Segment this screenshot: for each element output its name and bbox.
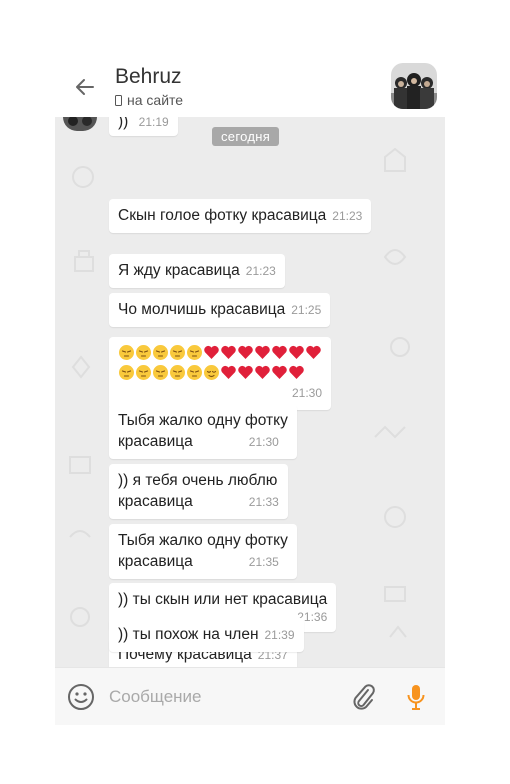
message-time: 21:23 bbox=[245, 264, 276, 278]
message-time: 21:30 bbox=[248, 435, 279, 449]
pensive-emoji-icon bbox=[119, 365, 134, 380]
message-bubble[interactable]: Тыбя жалко одну фотку красавица 21:35 bbox=[109, 524, 297, 579]
message-text: красавица bbox=[118, 433, 193, 450]
message-text: Скын голое фотку красавица bbox=[118, 207, 327, 224]
message-time: 21:39 bbox=[264, 628, 295, 642]
message-text: красавица bbox=[118, 553, 193, 570]
heart-emoji-icon bbox=[306, 345, 321, 359]
pensive-emoji-icon bbox=[136, 365, 151, 380]
heart-emoji-icon bbox=[272, 345, 287, 359]
message-time: 21:23 bbox=[332, 209, 363, 223]
contact-info[interactable]: Behruz на сайте bbox=[115, 65, 183, 108]
message-bubble[interactable]: )) ты похож на член 21:39 bbox=[109, 618, 304, 652]
mobile-phone-icon bbox=[115, 94, 122, 106]
message-time: 21:35 bbox=[248, 555, 279, 569]
smiley-icon[interactable] bbox=[67, 683, 95, 711]
chat-screen: Behruz на сайте)) 21:19 сегодня Скын го… bbox=[55, 55, 445, 725]
message-time: 21:33 bbox=[248, 495, 279, 509]
message-bubble[interactable]: Тыбя жалко одну фотку красавица 21:30 bbox=[109, 404, 297, 459]
date-divider: сегодня bbox=[212, 127, 280, 146]
pensive-emoji-icon bbox=[153, 365, 168, 380]
heart-emoji-icon bbox=[204, 345, 219, 359]
heart-emoji-icon bbox=[238, 365, 253, 379]
heart-emoji-icon bbox=[221, 365, 236, 379]
emoji-row bbox=[118, 344, 322, 361]
relieved-emoji-icon bbox=[204, 365, 219, 380]
message-bubble[interactable]: 21:30 bbox=[109, 337, 331, 410]
message-bubble[interactable]: Чо молчишь красавица 21:25 bbox=[109, 293, 331, 327]
message-composer bbox=[55, 667, 445, 725]
sender-avatar[interactable] bbox=[63, 117, 97, 131]
status-text: на сайте bbox=[127, 92, 184, 108]
microphone-icon[interactable] bbox=[405, 682, 427, 712]
message-time: 21:19 bbox=[138, 115, 169, 129]
message-text: красавица bbox=[118, 493, 193, 510]
avatar[interactable] bbox=[391, 63, 437, 109]
heart-emoji-icon bbox=[272, 365, 287, 379]
presence-status: на сайте bbox=[115, 92, 183, 108]
chat-header: Behruz на сайте bbox=[55, 55, 445, 117]
heart-emoji-icon bbox=[238, 345, 253, 359]
message-text: Тыбя жалко одну фотку bbox=[118, 412, 288, 429]
message-list[interactable]: )) 21:19 сегодня Скын голое фотку красав… bbox=[55, 109, 445, 672]
arrow-left-icon[interactable] bbox=[73, 75, 97, 99]
pensive-emoji-icon bbox=[153, 345, 168, 360]
heart-emoji-icon bbox=[221, 345, 236, 359]
pensive-emoji-icon bbox=[170, 345, 185, 360]
paperclip-icon[interactable] bbox=[351, 682, 377, 712]
message-text: Чо молчишь красавица bbox=[118, 301, 286, 318]
message-bubble[interactable]: Скын голое фотку красавица 21:23 bbox=[109, 199, 372, 233]
message-bubble[interactable]: Я жду красавица 21:23 bbox=[109, 254, 285, 288]
heart-emoji-icon bbox=[289, 345, 304, 359]
message-time: 21:30 bbox=[291, 386, 322, 400]
contact-name: Behruz bbox=[115, 65, 182, 88]
pensive-emoji-icon bbox=[187, 345, 202, 360]
pensive-emoji-icon bbox=[119, 345, 134, 360]
pensive-emoji-icon bbox=[170, 365, 185, 380]
heart-emoji-icon bbox=[255, 365, 270, 379]
pensive-emoji-icon bbox=[136, 345, 151, 360]
message-text: )) я тебя очень люблю bbox=[118, 472, 278, 489]
message-bubble[interactable]: )) я тебя очень люблю красавица 21:33 bbox=[109, 464, 288, 519]
heart-emoji-icon bbox=[289, 365, 304, 379]
message-text: Тыбя жалко одну фотку bbox=[118, 532, 288, 549]
message-time: 21:25 bbox=[291, 303, 322, 317]
pensive-emoji-icon bbox=[187, 365, 202, 380]
message-text: )) ты скын или нет красавица bbox=[118, 591, 328, 608]
emoji-row bbox=[118, 364, 322, 381]
message-text: Я жду красавица bbox=[118, 262, 240, 279]
message-input[interactable] bbox=[109, 684, 329, 710]
message-text: )) ты похож на член bbox=[118, 626, 259, 643]
heart-emoji-icon bbox=[255, 345, 270, 359]
